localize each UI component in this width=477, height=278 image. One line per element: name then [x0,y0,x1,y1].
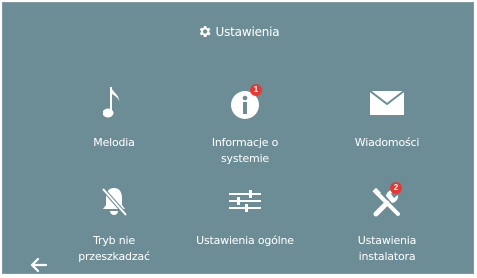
tile-label: Wiadomości [354,136,420,149]
tile-label: Ustawienia ogólne [196,234,294,247]
tile-ustawienia-ogolne[interactable]: Ustawienia ogólne [175,185,315,249]
back-button[interactable] [29,257,48,273]
tile-wiadomosci[interactable]: Wiadomości [317,87,457,151]
envelope-icon [369,90,405,120]
gear-icon [197,24,212,39]
notification-badge: 2 [390,182,402,194]
tile-melodia[interactable]: Melodia [44,87,184,151]
header: Ustawienia [3,24,473,39]
tile-informacje[interactable]: 1 Informacje o systemie [175,84,315,167]
notification-badge: 1 [250,84,262,96]
tile-tryb-nie-przeszkadzac[interactable]: Tryb nie przeszkadzać [44,185,184,265]
settings-screen: Ustawienia Melodia 1 Informacje o system… [2,2,474,274]
tile-label: Melodia [93,136,135,149]
tile-label: Informacje o systemie [211,136,279,165]
tile-label: Ustawienia instalatora [357,234,417,263]
sliders-icon [229,190,261,216]
tile-label: Tryb nie przeszkadzać [78,234,150,263]
tools-icon: 2 [372,182,402,218]
back-arrow-icon [29,257,48,277]
tile-ustawienia-instalatora[interactable]: 2 Ustawienia instalatora [317,182,457,265]
info-icon: 1 [230,84,262,120]
bell-off-icon [99,185,129,221]
music-note-icon [102,85,125,125]
page-title: Ustawienia [215,24,280,39]
